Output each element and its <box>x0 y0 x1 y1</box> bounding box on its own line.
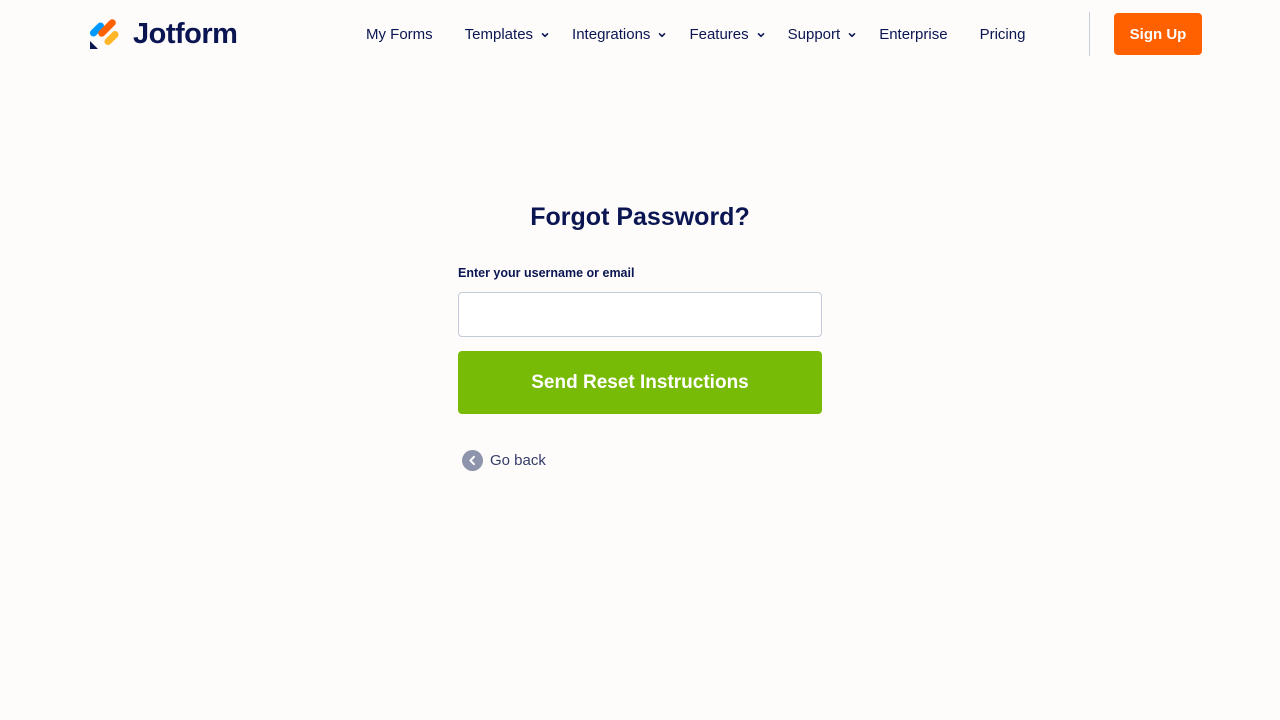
jotform-logo-icon <box>89 19 119 49</box>
nav-item-enterprise[interactable]: Enterprise <box>879 26 947 43</box>
chevron-down-icon <box>848 33 856 38</box>
nav-item-label: Enterprise <box>879 25 948 43</box>
nav-item-features[interactable]: Features <box>689 26 765 43</box>
nav-item-templates[interactable]: Templates <box>465 26 550 43</box>
sign-up-button[interactable]: Sign Up <box>1114 13 1202 55</box>
nav-item-label: Support <box>787 25 841 43</box>
chevron-down-icon <box>757 33 764 38</box>
nav-item-label: Templates <box>464 25 534 43</box>
nav-item-my-forms[interactable]: My Forms <box>366 26 433 43</box>
chevron-left-circle-icon <box>462 449 483 471</box>
chevron-down-icon <box>541 33 549 38</box>
nav-item-support[interactable]: Support <box>788 26 858 43</box>
go-back-link[interactable]: Go back <box>462 449 546 471</box>
send-reset-instructions-button[interactable]: Send Reset Instructions <box>458 351 822 414</box>
page-title: Forgot Password? <box>530 203 750 231</box>
site-header: Jotform My Forms Templates Integrations … <box>0 0 1280 68</box>
nav-divider <box>1089 12 1090 56</box>
nav-item-label: My Forms <box>366 25 433 43</box>
brand-name: Jotform <box>133 18 238 50</box>
username-email-input[interactable] <box>458 292 822 337</box>
jotform-logo[interactable]: Jotform <box>89 17 238 51</box>
nav-item-pricing[interactable]: Pricing <box>980 26 1026 43</box>
chevron-down-icon <box>659 33 666 38</box>
nav-item-label: Features <box>689 25 749 43</box>
main-nav: My Forms Templates Integrations Features… <box>366 22 1025 46</box>
username-email-label: Enter your username or email <box>458 266 635 280</box>
nav-item-integrations[interactable]: Integrations <box>572 26 667 43</box>
nav-item-label: Pricing <box>979 25 1026 43</box>
go-back-label: Go back <box>490 451 546 469</box>
nav-item-label: Integrations <box>572 25 651 43</box>
